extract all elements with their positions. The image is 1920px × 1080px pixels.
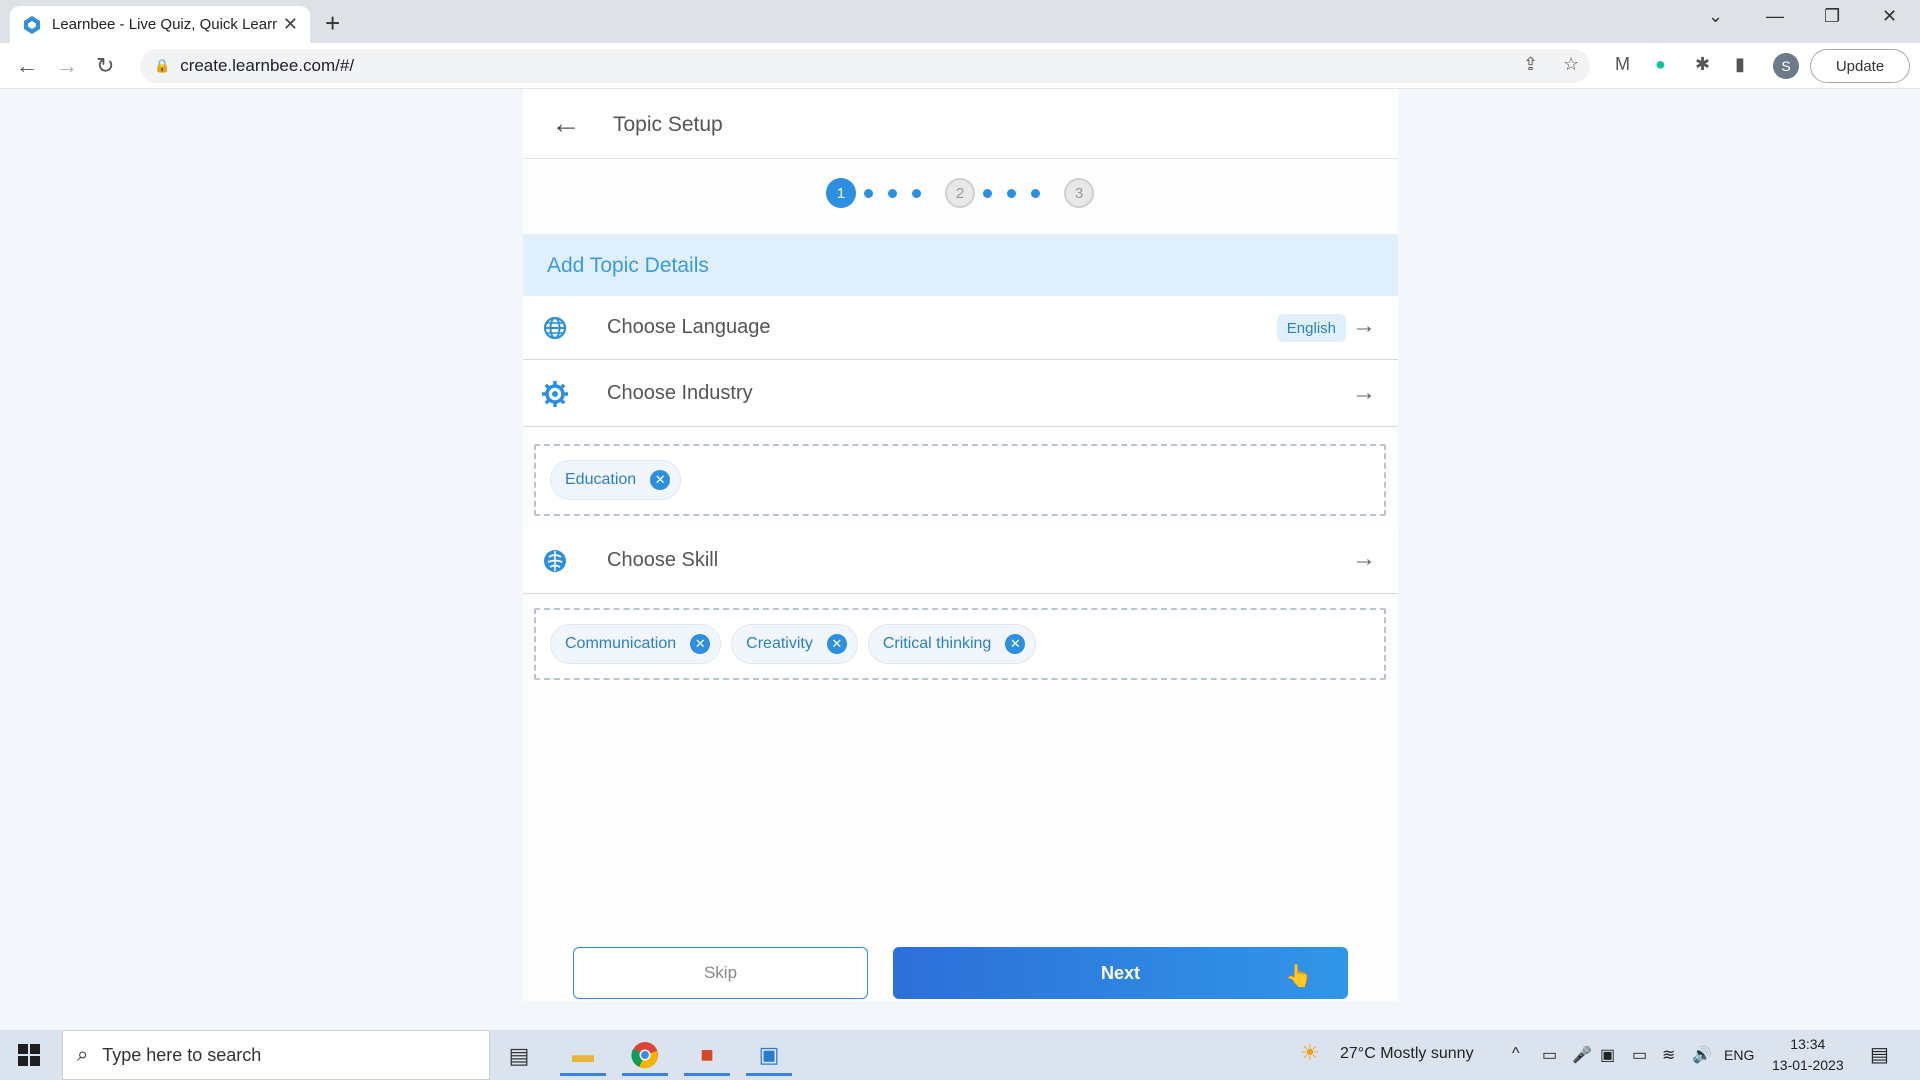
section-title: Add Topic Details	[547, 254, 709, 277]
step-2: 2	[945, 178, 975, 208]
remove-chip-icon[interactable]: ✕	[650, 470, 671, 490]
chip-label: Creativity	[746, 635, 813, 652]
weather-icon: ☀	[1300, 1040, 1320, 1065]
next-button[interactable]: Next	[893, 947, 1348, 999]
arrow-right-icon[interactable]: →	[1352, 312, 1376, 340]
skill-chip: Critical thinking ✕	[867, 624, 1037, 664]
minimize-icon[interactable]: —	[1766, 6, 1784, 27]
windows-start-icon[interactable]	[18, 1044, 40, 1066]
choose-skill-row[interactable]: Choose Skill →	[523, 529, 1398, 594]
weather-text: 27°C Mostly sunny	[1340, 1045, 1474, 1062]
chrome-logo-icon	[631, 1041, 658, 1068]
page-title: Topic Setup	[613, 113, 723, 136]
selected-language-badge: English	[1276, 314, 1346, 342]
page-header: ← Topic Setup	[523, 89, 1398, 159]
address-bar[interactable]: 🔒 create.learnbee.com/#/	[140, 49, 1590, 83]
search-icon: ⌕	[77, 1043, 89, 1066]
restore-icon[interactable]: ❐	[1824, 6, 1840, 27]
windows-taskbar: ⌕ Type here to search ▤ ▬ ■ ▣ ☀ 27°C Mos…	[0, 1030, 1920, 1080]
new-tab-icon[interactable]: +	[325, 8, 340, 39]
microphone-icon[interactable]: 🎤	[1572, 1045, 1592, 1065]
learnbee-favicon-icon	[24, 15, 40, 34]
remove-chip-icon[interactable]: ✕	[1005, 634, 1026, 654]
grammarly-extension-icon[interactable]: ●	[1655, 54, 1666, 75]
share-icon[interactable]: ⇪	[1523, 54, 1538, 75]
choose-industry-label: Choose Industry	[607, 382, 753, 404]
choose-skill-label: Choose Skill	[607, 549, 719, 571]
browser-tabbar: Learnbee - Live Quiz, Quick Learn ✕ + ⌄ …	[0, 0, 1920, 43]
skill-chip-box: Communication ✕ Creativity ✕ Critical th…	[534, 608, 1386, 680]
lock-icon: 🔒	[154, 58, 171, 73]
hand-cursor-icon: 👆	[1285, 963, 1313, 988]
gmail-extension-icon[interactable]: M	[1615, 54, 1630, 75]
back-arrow-icon[interactable]: ←	[551, 107, 581, 141]
language-indicator[interactable]: ENG	[1724, 1047, 1754, 1063]
file-explorer-icon[interactable]: ▬	[560, 1036, 606, 1076]
task-view-icon[interactable]: ▤	[496, 1036, 542, 1076]
remove-chip-icon[interactable]: ✕	[690, 634, 711, 654]
clock-date: 13-01-2023	[1772, 1057, 1844, 1073]
arrow-right-icon[interactable]: →	[1352, 379, 1376, 407]
step-dot	[888, 189, 897, 198]
arrow-right-icon[interactable]: →	[1352, 545, 1376, 573]
battery-icon[interactable]: ▭	[1632, 1045, 1647, 1065]
browser-tab[interactable]: Learnbee - Live Quiz, Quick Learn ✕	[10, 6, 310, 43]
industry-chip: Education ✕	[550, 460, 682, 500]
step-3: 3	[1064, 178, 1094, 208]
section-header: Add Topic Details	[523, 234, 1398, 296]
extensions-puzzle-icon[interactable]: ✱	[1695, 54, 1710, 75]
industry-chip-box: Education ✕	[534, 444, 1386, 516]
topic-setup-panel: ← Topic Setup 1 2 3 Add Topic Details Ch…	[523, 89, 1398, 1001]
network-status-icon[interactable]: ▣	[1600, 1045, 1615, 1065]
show-hidden-icons-icon[interactable]: ^	[1512, 1045, 1520, 1063]
choose-industry-row[interactable]: Choose Industry →	[523, 361, 1398, 427]
search-placeholder: Type here to search	[102, 1044, 262, 1065]
chrome-icon[interactable]	[622, 1036, 668, 1076]
notification-icon[interactable]: ▤	[1870, 1042, 1889, 1067]
choose-language-row[interactable]: Choose Language English →	[523, 296, 1398, 360]
photos-icon[interactable]: ▣	[746, 1036, 792, 1076]
browser-toolbar: ← → ↻ 🔒 create.learnbee.com/#/ ⇪ ☆ M ● ✱…	[0, 43, 1920, 89]
meet-icon[interactable]: ▭	[1542, 1045, 1557, 1065]
taskbar-clock[interactable]: 13:34 13-01-2023	[1772, 1034, 1844, 1076]
powerpoint-icon[interactable]: ■	[684, 1036, 730, 1076]
step-1: 1	[826, 178, 856, 208]
reload-icon[interactable]: ↻	[96, 53, 114, 79]
step-dot	[864, 189, 873, 198]
step-dot	[1031, 189, 1040, 198]
choose-language-label: Choose Language	[607, 316, 771, 338]
remove-chip-icon[interactable]: ✕	[826, 634, 847, 654]
globe-icon	[543, 316, 567, 340]
profile-avatar[interactable]: S	[1773, 53, 1799, 79]
clock-time: 13:34	[1790, 1036, 1826, 1052]
gear-icon	[542, 381, 568, 407]
tab-close-icon[interactable]: ✕	[283, 14, 298, 35]
window-close-icon[interactable]: ✕	[1882, 6, 1897, 27]
chip-label: Communication	[565, 635, 677, 652]
tab-search-chevron-icon[interactable]: ⌄	[1708, 6, 1723, 27]
tab-title: Learnbee - Live Quiz, Quick Learn	[52, 16, 277, 33]
bookmark-star-icon[interactable]: ☆	[1563, 54, 1579, 75]
step-dot	[912, 189, 921, 198]
step-dot	[983, 189, 992, 198]
forward-icon[interactable]: →	[56, 53, 78, 79]
chip-label: Education	[565, 471, 637, 488]
taskbar-search-input[interactable]: ⌕ Type here to search	[62, 1030, 490, 1080]
url-text: create.learnbee.com/#/	[180, 56, 355, 75]
progress-stepper: 1 2 3	[826, 178, 1126, 210]
back-icon[interactable]: ←	[16, 53, 38, 79]
update-button[interactable]: Update	[1810, 49, 1910, 83]
side-panel-icon[interactable]: ▮	[1735, 54, 1745, 75]
skip-button[interactable]: Skip	[573, 947, 868, 999]
step-dot	[1007, 189, 1016, 198]
skill-chip: Creativity ✕	[731, 624, 858, 664]
chip-label: Critical thinking	[882, 635, 992, 652]
wifi-icon[interactable]: ≋	[1662, 1045, 1675, 1065]
brain-icon	[544, 550, 566, 572]
volume-icon[interactable]: 🔊	[1692, 1045, 1712, 1065]
skill-chip: Communication ✕	[550, 624, 722, 664]
